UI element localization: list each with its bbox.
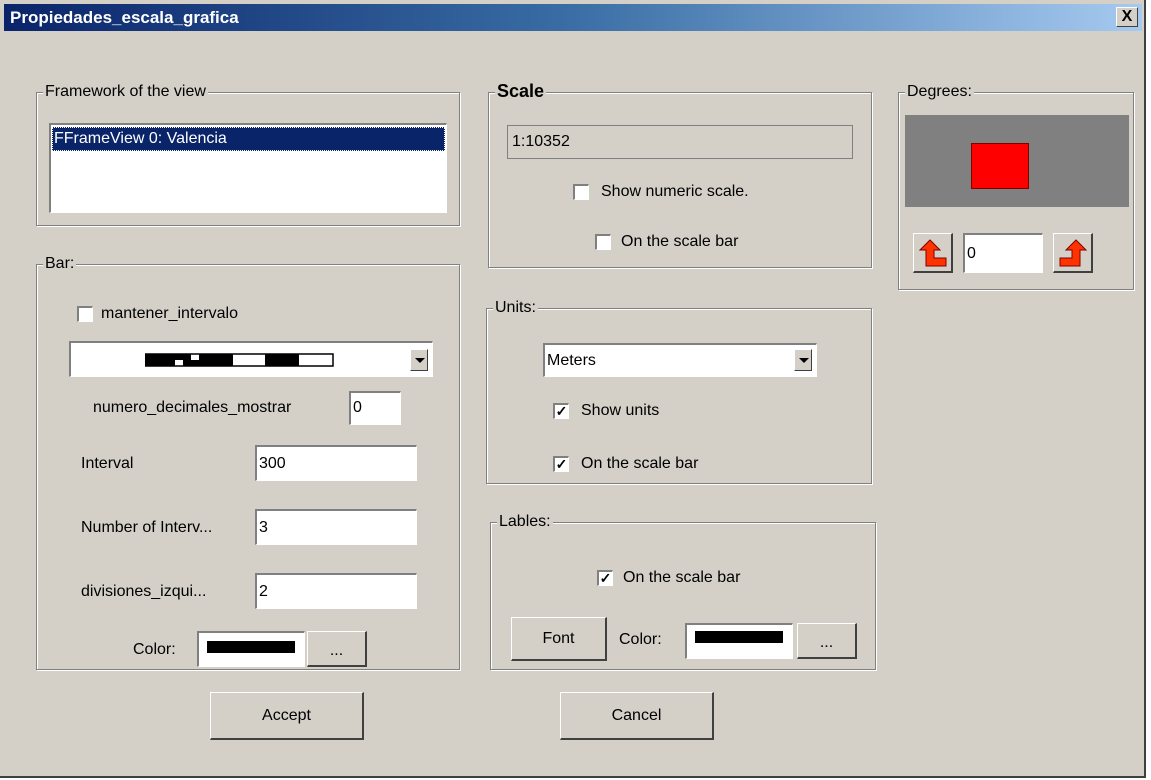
- rotate-right-button[interactable]: [1053, 233, 1093, 273]
- bar-group: Bar: mantener_intervalo numero_decimales…: [36, 255, 460, 670]
- show-numeric-scale-label: Show numeric scale.: [601, 183, 749, 200]
- bar-legend: Bar:: [43, 255, 77, 273]
- labels-color-swatch: [695, 631, 783, 643]
- bar-color-button[interactable]: ...: [307, 631, 367, 667]
- scale-value-field: 1:10352: [507, 125, 853, 159]
- accept-button[interactable]: Accept: [210, 692, 364, 740]
- scale-on-bar-checkbox[interactable]: [595, 234, 611, 250]
- bar-color-field[interactable]: [197, 631, 305, 667]
- check-mark-icon: ✓: [599, 570, 612, 586]
- cancel-button-label: Cancel: [611, 707, 662, 724]
- font-button-label: Font: [542, 630, 575, 647]
- num-intervals-value: 3: [259, 519, 268, 536]
- show-numeric-scale-checkbox[interactable]: [573, 184, 589, 200]
- num-intervals-label: Number of Interv...: [81, 519, 213, 536]
- rotate-left-arrow-icon: [918, 239, 947, 267]
- bar-color-button-label: ...: [329, 642, 344, 659]
- title-bar[interactable]: Propiedades_escala_grafica X: [4, 4, 1142, 31]
- units-dropdown[interactable]: Meters: [543, 343, 817, 377]
- interval-input[interactable]: 300: [255, 445, 417, 481]
- framework-list-item-label: FFrameView 0: Valencia: [54, 130, 227, 147]
- scale-group: Scale 1:10352 Show numeric scale. On the…: [488, 81, 872, 268]
- numero-decimales-input[interactable]: 0: [349, 391, 401, 425]
- divisiones-input[interactable]: 2: [255, 573, 417, 609]
- cancel-button[interactable]: Cancel: [560, 692, 714, 740]
- labels-color-button[interactable]: ...: [797, 623, 857, 659]
- num-intervals-input[interactable]: 3: [255, 509, 417, 545]
- bar-color-label: Color:: [133, 641, 176, 658]
- units-on-bar-checkbox[interactable]: ✓: [553, 456, 569, 472]
- show-units-checkbox[interactable]: ✓: [553, 403, 569, 419]
- interval-label: Interval: [81, 455, 134, 472]
- interval-value: 300: [259, 455, 286, 472]
- labels-group: Lables: ✓ On the scale bar Font Color: .…: [490, 513, 876, 670]
- divisiones-label: divisiones_izqui...: [81, 583, 207, 600]
- scale-on-bar-label: On the scale bar: [621, 233, 739, 250]
- labels-on-bar-checkbox[interactable]: ✓: [597, 570, 613, 586]
- labels-color-button-label: ...: [819, 634, 834, 651]
- rotate-right-arrow-icon: [1059, 239, 1088, 267]
- bar-style-dropdown[interactable]: [69, 341, 433, 377]
- scale-legend: Scale: [495, 81, 547, 102]
- numero-decimales-value: 0: [353, 399, 362, 416]
- framework-list-item[interactable]: FFrameView 0: Valencia: [52, 127, 445, 151]
- units-selected: Meters: [547, 352, 596, 369]
- close-button[interactable]: X: [1116, 7, 1138, 27]
- accept-button-label: Accept: [262, 707, 311, 724]
- divisiones-value: 2: [259, 583, 268, 600]
- labels-color-label: Color:: [619, 631, 662, 648]
- rotate-left-button[interactable]: [913, 233, 953, 273]
- mantener-intervalo-checkbox[interactable]: [77, 306, 93, 322]
- chevron-down-icon[interactable]: [410, 349, 428, 371]
- chevron-down-icon[interactable]: [794, 349, 812, 371]
- degrees-legend: Degrees:: [905, 83, 974, 101]
- labels-legend: Lables:: [497, 513, 553, 531]
- dialog-window: Propiedades_escala_grafica X Framework o…: [0, 0, 1146, 778]
- framework-list[interactable]: FFrameView 0: Valencia: [49, 123, 447, 213]
- framework-group: Framework of the view FFrameView 0: Vale…: [36, 83, 460, 226]
- bar-color-swatch: [207, 641, 295, 653]
- units-group: Units: Meters ✓ Show units ✓ On the scal…: [486, 299, 872, 484]
- labels-color-field[interactable]: [685, 623, 793, 659]
- rotation-preview: [905, 115, 1129, 207]
- scale-value: 1:10352: [512, 133, 570, 150]
- check-mark-icon: ✓: [555, 403, 568, 419]
- framework-legend: Framework of the view: [43, 83, 208, 101]
- degrees-value: 0: [967, 245, 976, 262]
- rotation-preview-square: [971, 143, 1029, 189]
- close-icon: X: [1121, 8, 1133, 25]
- window-title: Propiedades_escala_grafica: [10, 8, 239, 27]
- degrees-input[interactable]: 0: [963, 233, 1043, 273]
- scale-bar-preview-icon: [145, 353, 334, 367]
- numero-decimales-label: numero_decimales_mostrar: [93, 399, 292, 416]
- units-on-bar-label: On the scale bar: [581, 455, 699, 472]
- units-legend: Units:: [493, 299, 538, 317]
- mantener-intervalo-label: mantener_intervalo: [101, 305, 238, 322]
- font-button[interactable]: Font: [511, 617, 607, 661]
- show-units-label: Show units: [581, 402, 660, 419]
- degrees-group: Degrees: 0: [898, 83, 1134, 290]
- check-mark-icon: ✓: [555, 456, 568, 472]
- labels-on-bar-label: On the scale bar: [623, 569, 741, 586]
